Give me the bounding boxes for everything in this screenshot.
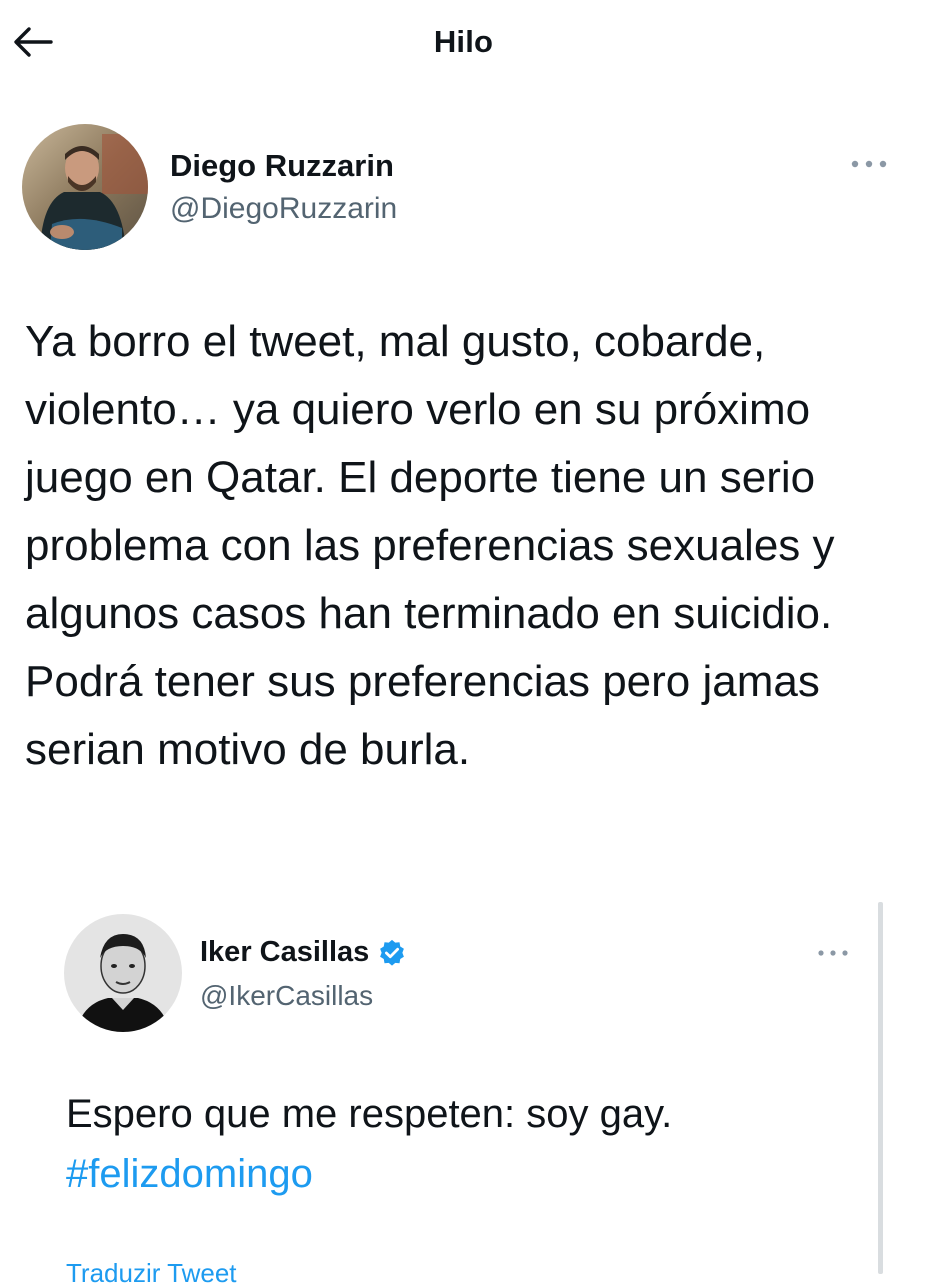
quoted-tweet-body: Espero que me respeten: soy gay. (66, 1092, 673, 1136)
hashtag-link[interactable]: #felizdomingo (66, 1144, 313, 1204)
quoted-avatar[interactable] (64, 914, 182, 1032)
quoted-author-name: Iker Casillas (200, 936, 370, 968)
verified-badge-icon (380, 939, 405, 966)
more-horizontal-icon (818, 950, 848, 956)
tweet-text: Ya borro el tweet, mal gusto, cobarde, v… (25, 317, 835, 774)
avatar-photo (22, 124, 148, 250)
quoted-tweet-text: Espero que me respeten: soy gay. #felizd… (66, 1084, 866, 1204)
avatar[interactable] (22, 124, 148, 250)
quote-scrollbar (878, 902, 883, 1274)
quoted-author-handle[interactable]: @IkerCasillas (200, 980, 373, 1012)
more-options-button[interactable] (846, 150, 892, 178)
translate-tweet-link[interactable]: Traduzir Tweet (66, 1258, 237, 1284)
thread-page: Hilo Diego Ruzzarin @DiegoRuzzarin Ya bo… (0, 0, 927, 1284)
top-bar: Hilo (0, 0, 927, 90)
quoted-author[interactable]: Iker Casillas (200, 936, 407, 969)
page-title: Hilo (433, 24, 494, 59)
author-name[interactable]: Diego Ruzzarin (170, 148, 394, 184)
quoted-more-options-button[interactable] (812, 940, 854, 966)
author-handle[interactable]: @DiegoRuzzarin (170, 192, 397, 226)
quoted-avatar-photo (64, 914, 182, 1032)
more-horizontal-icon (851, 160, 887, 168)
